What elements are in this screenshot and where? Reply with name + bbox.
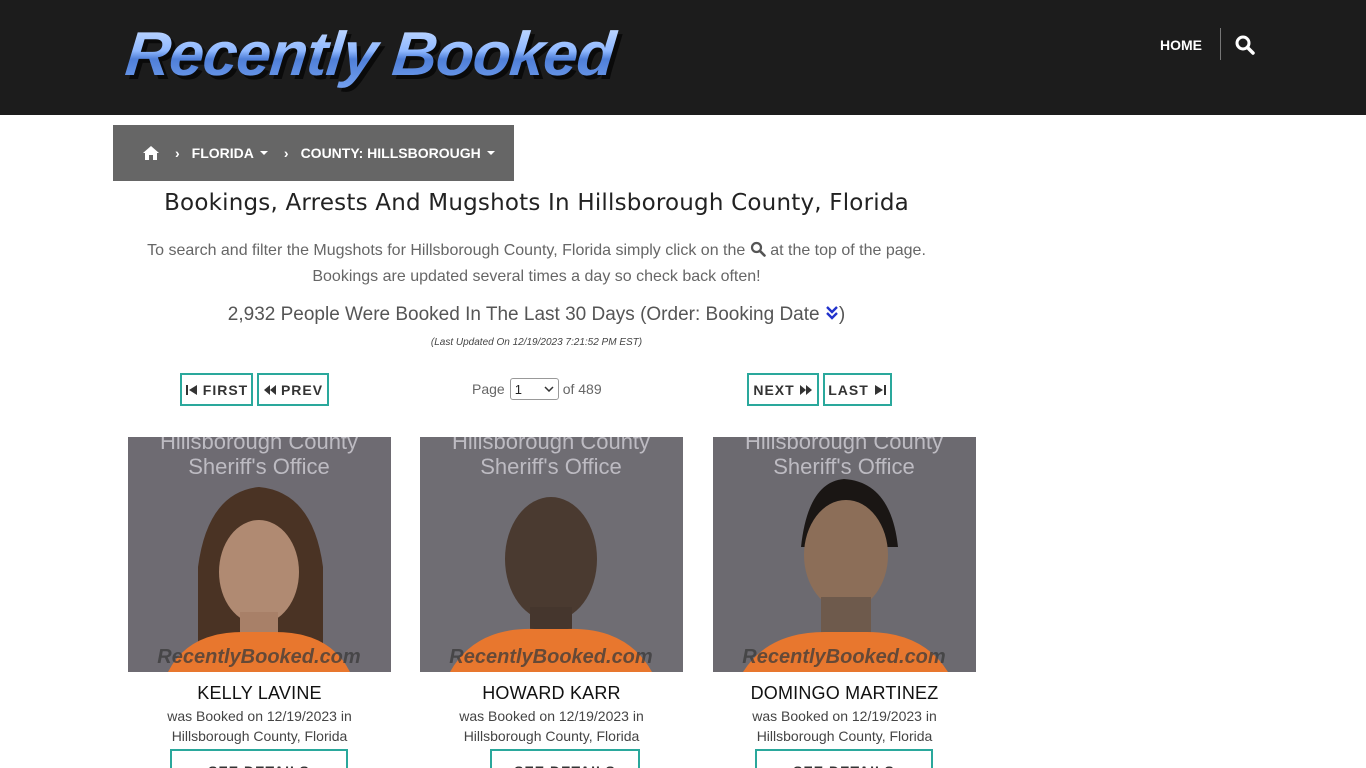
see-details-button[interactable]: SEE DETAILS <box>170 749 348 768</box>
see-details-button[interactable]: SEE DETAILS <box>755 749 933 768</box>
see-details-button[interactable]: SEE DETAILS <box>490 749 640 768</box>
photo-agency-line2: Sheriff's Office <box>480 454 622 479</box>
mugshot-description: was Booked on 12/19/2023 in Hillsborough… <box>128 706 391 746</box>
mugshot-description: was Booked on 12/19/2023 in Hillsborough… <box>713 706 976 746</box>
photo-site-watermark: RecentlyBooked.com <box>157 646 360 668</box>
booking-location-text: Hillsborough County, Florida <box>756 728 933 744</box>
first-page-button[interactable]: FIRST <box>180 373 253 406</box>
site-header: Recently Booked Recently Booked HOME <box>0 0 1366 115</box>
chevron-down-icon <box>544 386 554 392</box>
fast-forward-icon <box>799 384 812 395</box>
mugshot-card[interactable]: Hillsborough County Sheriff's Office Rec… <box>713 437 976 768</box>
booking-date-text: was Booked on 12/19/2023 in <box>459 708 644 724</box>
search-icon <box>750 240 766 257</box>
home-icon[interactable] <box>143 146 159 160</box>
mugshot-photo[interactable]: Hillsborough County Sheriff's Office Rec… <box>713 437 976 672</box>
mugshot-description: was Booked on 12/19/2023 in Hillsborough… <box>420 706 683 746</box>
skip-forward-icon <box>874 384 886 395</box>
chevron-right-icon: › <box>175 145 180 161</box>
mugshot-card[interactable]: Hillsborough County Sheriff's Office Rec… <box>128 437 391 768</box>
nav-home-link[interactable]: HOME <box>1160 35 1202 55</box>
caret-down-icon <box>486 151 495 155</box>
intro-text-part1: To search and filter the Mugshots for Hi… <box>147 242 746 259</box>
photo-agency-line2: Sheriff's Office <box>773 454 915 479</box>
breadcrumb-county-dropdown[interactable]: COUNTY: HILLSBOROUGH <box>301 145 495 161</box>
breadcrumb-state-dropdown[interactable]: FLORIDA <box>192 145 268 161</box>
prev-page-button[interactable]: PREV <box>257 373 329 406</box>
first-page-label: FIRST <box>202 381 249 398</box>
nav-divider <box>1220 28 1221 60</box>
photo-site-watermark: RecentlyBooked.com <box>449 646 652 668</box>
page-select[interactable]: 1 <box>509 378 559 400</box>
search-icon[interactable] <box>1234 34 1256 56</box>
skip-back-icon <box>185 384 197 395</box>
page-selector: Page 1 of 489 <box>472 378 602 400</box>
last-updated: (Last Updated On 12/19/2023 7:21:52 PM E… <box>430 337 643 348</box>
intro-text-line2: Bookings are updated several times a day… <box>312 268 761 285</box>
sort-order-icon[interactable] <box>825 305 839 321</box>
page-select-value: 1 <box>514 381 522 397</box>
mugshot-photo[interactable]: Hillsborough County Sheriff's Office Rec… <box>420 437 683 672</box>
breadcrumb-county-label: COUNTY: HILLSBOROUGH <box>300 145 481 161</box>
mugshot-name[interactable]: KELLY LAVINE <box>128 683 391 704</box>
site-logo[interactable]: Recently Booked <box>122 14 621 96</box>
photo-site-watermark: RecentlyBooked.com <box>742 646 945 668</box>
prev-page-label: PREV <box>280 381 324 398</box>
intro-text: To search and filter the Mugshots for Hi… <box>113 238 960 290</box>
page-label: Page <box>472 381 505 397</box>
booking-count: 2,932 People Were Booked In The Last 30 … <box>113 304 960 326</box>
next-page-button[interactable]: NEXT <box>747 373 819 406</box>
next-page-label: NEXT <box>753 381 795 398</box>
page-total: of 489 <box>562 381 602 397</box>
photo-agency-line1: Hillsborough County <box>452 437 650 454</box>
breadcrumb: › FLORIDA › COUNTY: HILLSBOROUGH <box>113 125 514 181</box>
booking-count-close: ) <box>838 304 846 325</box>
rewind-icon <box>263 384 276 395</box>
booking-date-text: was Booked on 12/19/2023 in <box>167 708 352 724</box>
mugshot-card[interactable]: Hillsborough County Sheriff's Office Rec… <box>420 437 683 768</box>
booking-location-text: Hillsborough County, Florida <box>171 728 348 744</box>
mugshot-name[interactable]: HOWARD KARR <box>420 683 683 704</box>
photo-agency-line2: Sheriff's Office <box>188 454 330 479</box>
page-title: Bookings, Arrests And Mugshots In Hillsb… <box>164 190 909 216</box>
last-page-label: LAST <box>828 381 869 398</box>
photo-agency-line1: Hillsborough County <box>745 437 943 454</box>
mugshot-photo[interactable]: Hillsborough County Sheriff's Office Rec… <box>128 437 391 672</box>
booking-count-text: 2,932 People Were Booked In The Last 30 … <box>227 304 820 325</box>
intro-text-part2: at the top of the page. <box>770 242 926 259</box>
chevron-right-icon: › <box>283 145 289 161</box>
caret-down-icon <box>259 151 268 155</box>
photo-agency-line1: Hillsborough County <box>160 437 358 454</box>
booking-location-text: Hillsborough County, Florida <box>463 728 640 744</box>
booking-date-text: was Booked on 12/19/2023 in <box>752 708 937 724</box>
last-page-button[interactable]: LAST <box>823 373 892 406</box>
mugshot-name[interactable]: DOMINGO MARTINEZ <box>713 683 976 704</box>
breadcrumb-state-label: FLORIDA <box>191 145 254 161</box>
